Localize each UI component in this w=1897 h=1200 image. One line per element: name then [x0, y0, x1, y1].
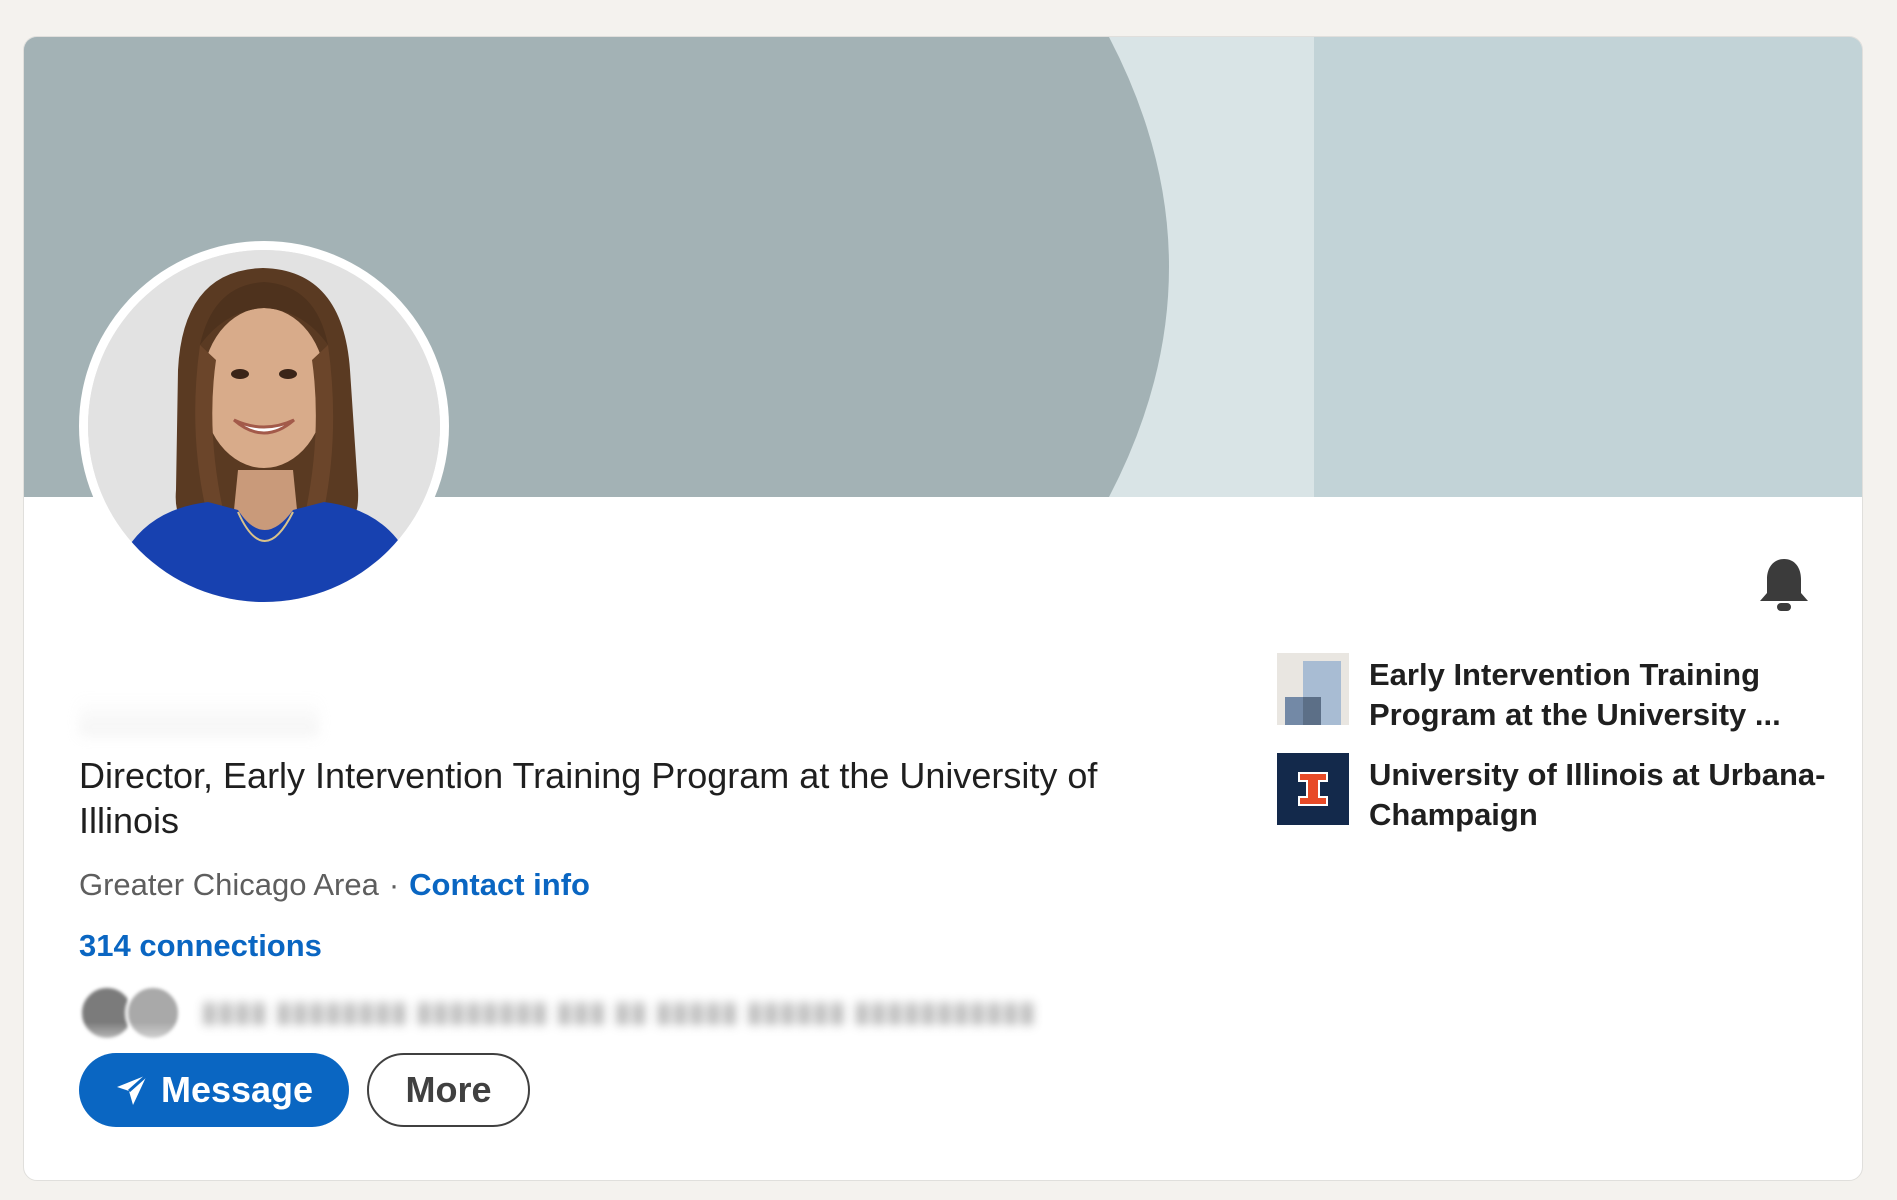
org-item-uiuc[interactable]: University of Illinois at Urbana-Champai… — [1277, 753, 1837, 835]
org-item-early-intervention[interactable]: Early Intervention Training Program at t… — [1277, 653, 1837, 735]
separator-dot: · — [388, 867, 400, 902]
connections-link[interactable]: 314 connections — [79, 926, 322, 966]
message-button-label: Message — [160, 1069, 314, 1110]
org-name: Early Intervention Training Program at t… — [1369, 657, 1781, 732]
company-logo-icon — [1277, 653, 1349, 725]
notification-bell-icon[interactable] — [1756, 555, 1812, 615]
profile-photo[interactable] — [79, 241, 449, 611]
send-icon — [116, 1073, 148, 1105]
contact-info-link[interactable]: Contact info — [409, 867, 590, 902]
profile-headline: Director, Early Intervention Training Pr… — [79, 755, 1098, 841]
portrait-image — [88, 250, 440, 602]
more-button[interactable]: More — [367, 1053, 530, 1127]
location-text: Greater Chicago Area — [79, 867, 379, 902]
profile-name-obscured — [79, 697, 319, 739]
message-button[interactable]: Message — [79, 1053, 349, 1127]
profile-card: Director, Early Intervention Training Pr… — [23, 36, 1863, 1181]
org-name: University of Illinois at Urbana-Champai… — [1369, 757, 1826, 832]
more-button-label: More — [405, 1069, 492, 1110]
location-row: Greater Chicago Area · Contact info — [79, 865, 590, 905]
illinois-i-logo-icon — [1277, 753, 1349, 825]
